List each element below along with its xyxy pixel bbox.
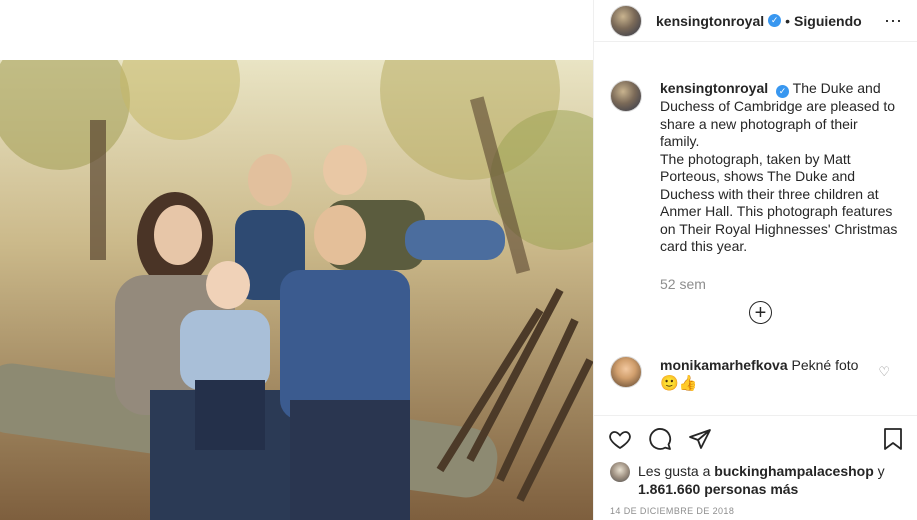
comment-bubble-icon[interactable]	[648, 427, 672, 456]
username-link[interactable]: kensingtonroyal	[656, 13, 764, 29]
caption-username[interactable]: kensingtonroyal	[660, 80, 768, 96]
commenter-avatar[interactable]	[610, 356, 642, 388]
likes-count[interactable]: 1.861.660	[638, 481, 700, 497]
likes-summary: Les gusta a buckinghampalaceshop y 1.861…	[610, 462, 906, 498]
caption-avatar[interactable]	[610, 80, 642, 112]
post-date[interactable]: 14 DE DICIEMBRE DE 2018	[610, 506, 734, 516]
liker-username[interactable]: buckinghampalaceshop	[714, 463, 873, 479]
commenter-username[interactable]: monikamarhefkova	[660, 357, 788, 373]
caption: kensingtonroyal ✓ The Duke and Duchess o…	[610, 80, 906, 256]
caption-line-2: The photograph, taken by Matt Porteous, …	[660, 150, 898, 255]
separator-dot: •	[785, 12, 791, 29]
likes-text: Les gusta a buckinghampalaceshop y 1.861…	[638, 462, 885, 498]
caption-text: kensingtonroyal ✓ The Duke and Duchess o…	[660, 80, 900, 256]
load-more-comments-icon[interactable]: +	[749, 301, 772, 324]
top-strip	[0, 0, 593, 60]
comment-emojis: 🙂👍	[660, 375, 698, 392]
action-bar	[594, 415, 917, 467]
like-heart-icon[interactable]	[608, 427, 632, 456]
likes-prefix: Les gusta a	[638, 463, 711, 479]
comment-text: Pekné foto	[791, 357, 859, 373]
share-send-icon[interactable]	[688, 427, 712, 456]
following-button[interactable]: Siguiendo	[794, 13, 862, 29]
comment-item: monikamarhefkova Pekné foto 🙂👍 ♡	[610, 356, 906, 393]
caption-verified-badge-icon: ✓	[776, 85, 790, 98]
post-photo[interactable]	[0, 60, 593, 520]
photo-illustration	[0, 60, 593, 520]
save-bookmark-icon[interactable]	[882, 427, 904, 456]
comment-body: monikamarhefkova Pekné foto 🙂👍	[660, 356, 880, 393]
more-options-icon[interactable]: ⋯	[884, 12, 903, 30]
likes-suffix[interactable]: personas más	[704, 481, 798, 497]
likes-conjunction: y	[877, 463, 885, 479]
comment-like-heart-icon[interactable]: ♡	[878, 364, 890, 380]
post-header: kensingtonroyal ✓ • Siguiendo ⋯	[594, 0, 917, 42]
post-time[interactable]: 52 sem	[660, 276, 706, 292]
verified-badge-icon: ✓	[768, 14, 782, 27]
post-sidebar: kensingtonroyal ✓ • Siguiendo ⋯ kensingt…	[593, 0, 917, 520]
profile-avatar[interactable]	[610, 4, 642, 37]
liker-avatar[interactable]	[610, 462, 630, 482]
